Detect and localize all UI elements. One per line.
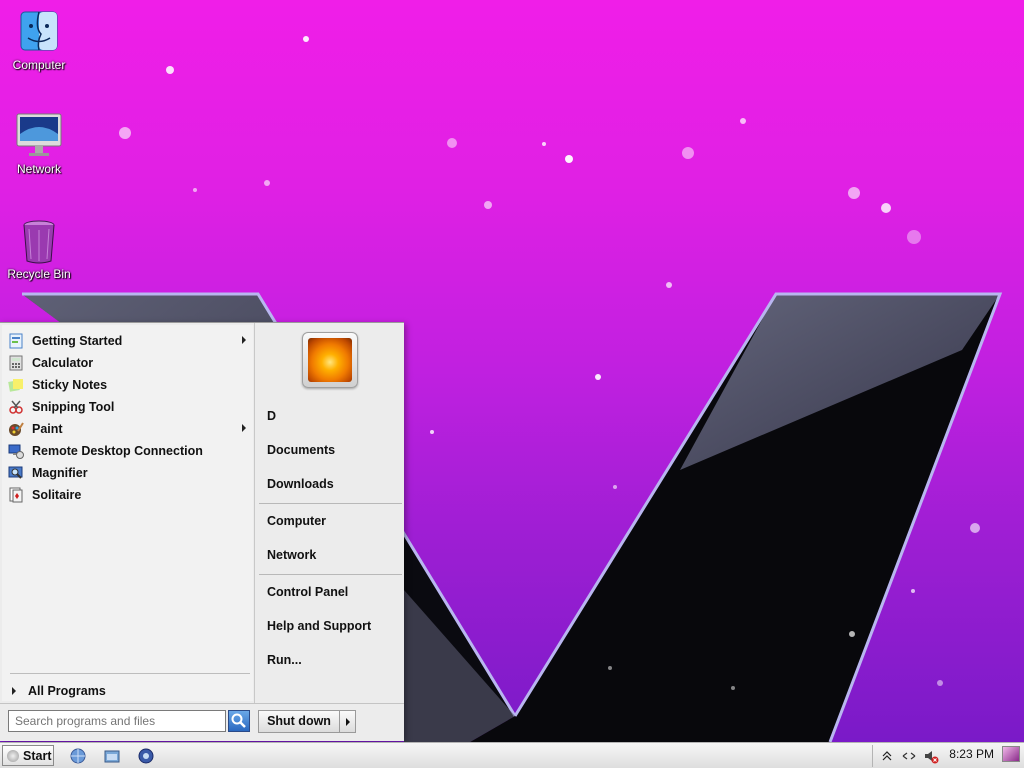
start-menu: Getting Started Calculator Sticky Notes …	[0, 322, 404, 741]
volume-muted-icon[interactable]	[923, 748, 939, 764]
separator	[259, 503, 402, 504]
start-menu-bottom-row: Shut down	[0, 703, 404, 741]
desktop-icon-label: Computer	[12, 58, 66, 72]
place-documents[interactable]: Documents	[267, 441, 335, 459]
expand-arrow-icon	[12, 687, 16, 695]
remote-desktop-icon	[8, 443, 24, 459]
all-programs-button[interactable]: All Programs	[12, 681, 106, 701]
paint-icon	[8, 421, 24, 437]
program-calculator[interactable]: Calculator	[8, 352, 248, 374]
all-programs-label: All Programs	[28, 684, 106, 698]
program-remote-desktop[interactable]: Remote Desktop Connection	[8, 440, 248, 462]
separator	[10, 673, 250, 674]
user-picture[interactable]	[302, 332, 358, 388]
program-label: Remote Desktop Connection	[32, 444, 203, 458]
network-status-icon[interactable]	[901, 748, 917, 764]
place-network[interactable]: Network	[267, 546, 316, 564]
show-desktop-icon[interactable]	[1002, 746, 1020, 762]
program-label: Getting Started	[32, 334, 123, 348]
program-solitaire[interactable]: Solitaire	[8, 484, 248, 506]
finder-computer-icon	[15, 8, 63, 56]
place-control-panel[interactable]: Control Panel	[267, 583, 348, 601]
place-run[interactable]: Run...	[267, 651, 302, 669]
program-label: Solitaire	[32, 488, 82, 502]
place-downloads[interactable]: Downloads	[267, 475, 334, 493]
start-menu-places-pane: D Documents Downloads Computer Network C…	[254, 323, 404, 703]
desktop-icon-label: Recycle Bin	[7, 267, 71, 281]
snipping-tool-icon	[8, 399, 24, 415]
desktop-icon-network[interactable]: Network	[0, 112, 78, 176]
program-getting-started[interactable]: Getting Started	[8, 330, 248, 352]
program-label: Calculator	[32, 356, 94, 370]
submenu-arrow-icon	[242, 336, 246, 344]
clock[interactable]: 8:23 PM	[949, 747, 994, 761]
magnifier-icon	[8, 465, 24, 481]
desktop-icon-recycle-bin[interactable]: Recycle Bin	[0, 217, 78, 281]
flower-avatar-icon	[308, 338, 352, 382]
start-menu-programs-pane: Getting Started Calculator Sticky Notes …	[2, 325, 253, 701]
program-paint[interactable]: Paint	[8, 418, 248, 440]
show-hidden-icons-icon[interactable]	[879, 748, 895, 764]
solitaire-icon	[8, 487, 24, 503]
start-button[interactable]: Start	[2, 745, 54, 766]
browser-icon[interactable]	[70, 748, 86, 764]
search-button[interactable]	[228, 710, 250, 732]
folder-icon[interactable]	[104, 748, 120, 764]
media-player-icon[interactable]	[138, 748, 154, 764]
program-sticky-notes[interactable]: Sticky Notes	[8, 374, 248, 396]
place-user-folder[interactable]: D	[267, 407, 276, 425]
program-snipping-tool[interactable]: Snipping Tool	[8, 396, 248, 418]
program-magnifier[interactable]: Magnifier	[8, 462, 248, 484]
program-label: Paint	[32, 422, 63, 436]
separator	[259, 574, 402, 575]
program-label: Magnifier	[32, 466, 88, 480]
shutdown-button[interactable]: Shut down	[258, 710, 340, 733]
search-input[interactable]	[8, 710, 226, 732]
place-help-and-support[interactable]: Help and Support	[267, 617, 371, 635]
program-label: Sticky Notes	[32, 378, 108, 392]
submenu-arrow-icon	[242, 424, 246, 432]
search-icon	[231, 713, 246, 728]
desktop-icon-label: Network	[16, 162, 61, 176]
place-computer[interactable]: Computer	[267, 512, 326, 530]
desktop-icon-computer[interactable]: Computer	[0, 8, 78, 72]
monitor-network-icon	[15, 112, 63, 160]
start-label: Start	[23, 748, 52, 763]
calculator-icon	[8, 355, 24, 371]
taskbar: Start 8:23 PM	[0, 742, 1024, 768]
recycle-bin-icon	[15, 217, 63, 265]
sticky-notes-icon	[8, 377, 24, 393]
shutdown-options-button[interactable]	[339, 710, 356, 733]
start-orb-icon	[7, 749, 19, 762]
program-label: Snipping Tool	[32, 400, 115, 414]
getting-started-icon	[8, 333, 24, 349]
